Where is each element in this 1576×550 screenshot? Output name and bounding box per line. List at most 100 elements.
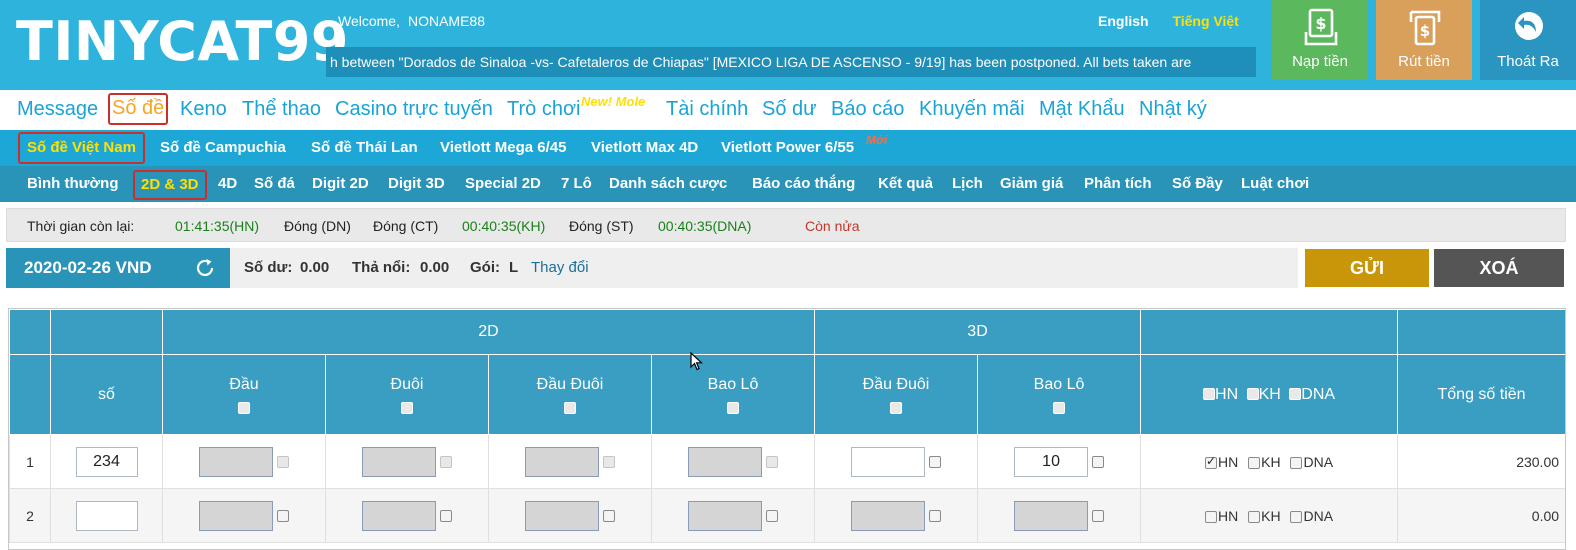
duoi-checkbox[interactable] [439,509,452,522]
change-package-link[interactable]: Thay đổi [531,259,589,276]
subnav-so-de-campuchia[interactable]: Số đề Campuchia [160,139,286,156]
header-dau: Đầu [162,354,326,435]
region-kh-label: KH [1261,453,1281,470]
checkbox-all-dau-duoi-3d[interactable] [890,401,903,414]
nav-casino[interactable]: Casino trực tuyến [335,98,493,121]
header-duoi-label: Đuôi [390,375,424,393]
nav-khuyen-mai[interactable]: Khuyến mãi [919,98,1025,121]
checkbox-all-kh[interactable] [1246,388,1259,401]
logout-label: Thoát Ra [1497,53,1559,70]
nav-the-thao[interactable]: Thể thao [242,98,321,121]
tab-special-2d[interactable]: Special 2D [465,175,541,192]
subnav-so-de-viet-nam[interactable]: Số đề Việt Nam [18,132,145,164]
tab-2d-3d[interactable]: 2D & 3D [133,170,207,200]
tab-bao-cao-thang[interactable]: Báo cáo thắng [752,175,855,192]
region-cell: HN KH DNA [1140,434,1399,489]
header-total: Tổng số tiền [1397,354,1565,435]
nav-so-du[interactable]: Số dư [762,98,817,121]
tab-4d[interactable]: 4D [218,175,237,192]
nav-nhat-ky[interactable]: Nhật ký [1139,98,1207,121]
duoi-input [362,500,437,531]
tab-giam-gia[interactable]: Giảm giá [1000,175,1063,192]
checkbox-all-bao-lo-3d[interactable] [1053,401,1066,414]
checkbox-all-dau-duoi-2d[interactable] [564,401,576,414]
checkbox-all-bao-lo-2d[interactable] [727,401,739,414]
username: NONAME88 [407,13,486,29]
region-hn-checkbox[interactable] [1205,454,1218,469]
countdown-hn: 01:41:35(HN) [175,218,260,234]
lang-vietnamese-link[interactable]: Tiếng Việt [1172,13,1238,29]
header-bao-lo-3d-label: Bao Lô [1033,375,1085,393]
tab-danh-sach-cuoc[interactable]: Danh sách cược [609,175,727,192]
region-kh-checkbox[interactable] [1248,456,1261,469]
tab-lich[interactable]: Lịch [952,175,983,192]
bao-lo-3d-input[interactable]: 10 [1014,446,1089,477]
nav-tai-chinh[interactable]: Tài chính [666,98,748,121]
subnav-so-de-thai-lan[interactable]: Số đề Thái Lan [311,139,418,156]
region-dna-checkbox[interactable] [1290,456,1303,469]
logout-icon [1515,12,1543,40]
header-dau-duoi-2d: Đầu Đuôi [488,354,652,435]
dau-duoi-3d-checkbox[interactable] [928,455,941,468]
withdraw-label: Rút tiền [1398,53,1450,70]
deposit-button[interactable]: $ Nạp tiền [1272,0,1368,80]
dau-duoi-2d-cell [488,434,652,489]
checkbox-all-hn[interactable] [1203,388,1216,401]
site-logo[interactable]: TINYCAT99 [16,10,349,74]
withdraw-button[interactable]: $ Rút tiền [1376,0,1472,80]
bao-lo-3d-cell: 10 [977,434,1142,489]
checkbox-all-dna[interactable] [1289,388,1302,401]
bao-lo-2d-checkbox[interactable] [765,509,778,522]
nav-keno[interactable]: Keno [180,98,227,121]
nav-message[interactable]: Message [17,98,98,121]
dau-duoi-2d-input [525,500,600,531]
main-nav: Message Số đề Keno Thể thao Casino trực … [0,90,1576,130]
checkbox-all-duoi[interactable] [401,401,413,414]
nav-so-de[interactable]: Số đề [108,93,169,125]
tab-digit-2d[interactable]: Digit 2D [312,175,369,192]
region-kh-checkbox[interactable] [1248,510,1261,523]
dau-duoi-3d-input[interactable] [851,446,926,477]
region-dna-checkbox[interactable] [1290,510,1303,523]
region-hn-checkbox[interactable] [1205,510,1218,523]
tab-7-lo[interactable]: 7 Lô [561,175,592,192]
bao-lo-3d-checkbox[interactable] [1091,509,1104,522]
number-input[interactable] [75,500,138,531]
balance-value: 0.00 [300,259,330,276]
clear-button[interactable]: XOÁ [1434,249,1564,287]
news-ticker: h between "Dorados de Sinaloa -vs- Cafet… [326,47,1256,77]
subnav-vietlott-max4d[interactable]: Vietlott Max 4D [591,139,698,156]
lang-english-link[interactable]: English [1098,13,1149,29]
tab-binh-thuong[interactable]: Bình thường [27,175,119,192]
number-input[interactable]: 234 [75,446,138,477]
tab-so-day[interactable]: Số Đầy [1172,175,1223,192]
header-so: số [50,354,163,435]
dau-duoi-3d-checkbox[interactable] [928,509,941,522]
row-index: 1 [9,434,51,489]
dau-duoi-2d-input [525,446,600,477]
bao-lo-2d-checkbox [765,455,778,468]
checkbox-all-dau[interactable] [238,401,250,414]
countdown-more-link[interactable]: Còn nửa [805,218,860,234]
dau-input [199,500,274,531]
nav-mat-khau[interactable]: Mật Khẩu [1039,98,1125,121]
nav-tro-choi[interactable]: Trò chơi [507,98,581,121]
package-value: L [509,259,519,276]
dau-duoi-2d-checkbox[interactable] [602,509,615,522]
logout-button[interactable]: Thoát Ra [1480,0,1576,80]
nav-bao-cao[interactable]: Báo cáo [831,98,904,121]
tab-digit-3d[interactable]: Digit 3D [388,175,445,192]
dau-checkbox[interactable] [276,509,289,522]
send-button[interactable]: GỬI [1305,249,1429,287]
tab-phan-tich[interactable]: Phân tích [1084,175,1152,192]
tab-so-da[interactable]: Số đá [254,175,295,192]
subnav-vietlott-power[interactable]: Vietlott Power 6/55 [721,139,854,156]
subnav-vietlott-mega[interactable]: Vietlott Mega 6/45 [440,139,566,156]
refresh-icon[interactable] [194,257,216,279]
bao-lo-3d-checkbox[interactable] [1091,455,1104,468]
tab-luat-choi[interactable]: Luật chơi [1241,175,1309,192]
row-number-cell [50,488,163,543]
header-index [9,354,51,435]
float-value: 0.00 [420,259,450,276]
tab-ket-qua[interactable]: Kết quả [878,175,933,192]
